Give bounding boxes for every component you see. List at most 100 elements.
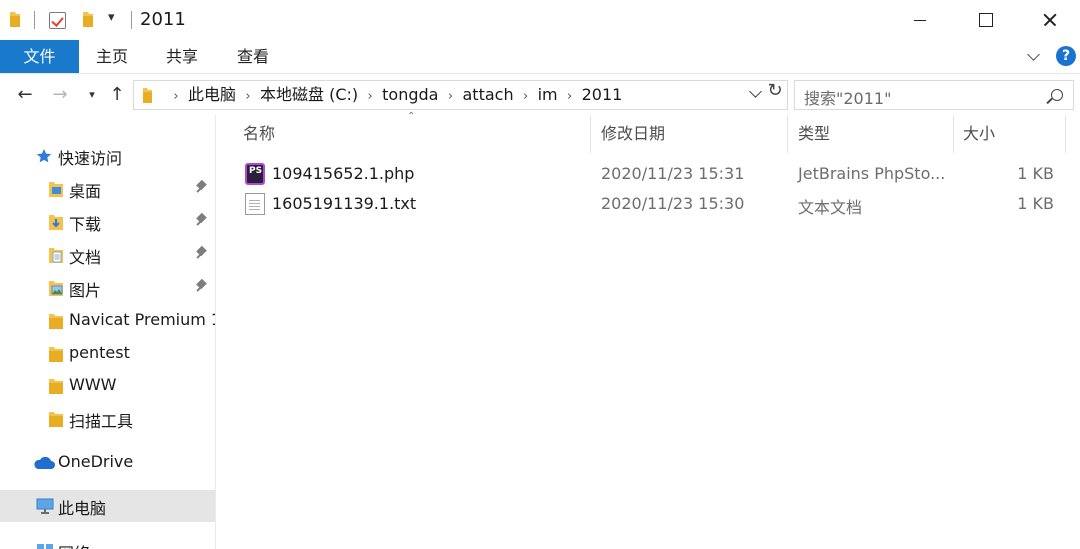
- sidebar-item-label: 图片: [69, 281, 102, 300]
- sidebar-item-quick-access[interactable]: 快速访问: [0, 140, 215, 172]
- address-bar[interactable]: › 此电脑 › 本地磁盘 (C:) › tongda › attach › im › 2011: [133, 80, 788, 110]
- column-divider[interactable]: [787, 115, 788, 153]
- folder-icon: [143, 88, 152, 103]
- computer-icon: [36, 498, 54, 514]
- navigation-bar: ← → ▾ ↑ › 此电脑 › 本地磁盘 (C:) › tongda › attach › im ›…: [0, 75, 1080, 115]
- breadcrumb: › 此电脑 › 本地磁盘 (C:) › tongda › attach › im › 2011: [164, 81, 622, 109]
- minimize-icon[interactable]: [888, 0, 950, 40]
- sidebar-item-network[interactable]: 网络: [0, 535, 215, 549]
- downloads-folder-icon: [49, 215, 63, 230]
- chevron-right-icon[interactable]: ›: [438, 83, 462, 111]
- table-row[interactable]: 1605191139.1.txt 2020/11/23 15:30 文本文档 1…: [236, 190, 1066, 220]
- documents-folder-icon: [49, 248, 63, 263]
- quick-access-dropdown-icon[interactable]: ▾: [108, 10, 115, 25]
- folder-icon: [49, 314, 63, 329]
- sidebar-item-onedrive[interactable]: OneDrive: [0, 447, 215, 479]
- file-modified: 2020/11/23 15:31: [601, 164, 745, 183]
- sidebar-item-label: 下载: [69, 215, 102, 234]
- sidebar-item-www[interactable]: WWW: [0, 370, 215, 402]
- breadcrumb-this-pc[interactable]: 此电脑: [188, 81, 236, 109]
- sidebar-item-scan-tools[interactable]: 扫描工具: [0, 403, 215, 435]
- sidebar-item-label: 桌面: [69, 182, 102, 201]
- table-row[interactable]: PS 109415652.1.php 2020/11/23 15:31 JetB…: [236, 160, 1066, 190]
- sidebar-item-label: 文档: [69, 248, 102, 267]
- breadcrumb-tongda[interactable]: tongda: [382, 81, 438, 109]
- sidebar-item-pentest[interactable]: pentest: [0, 338, 215, 370]
- maximize-icon[interactable]: [953, 0, 1015, 40]
- refresh-icon[interactable]: ↻: [766, 82, 784, 101]
- sidebar-item-desktop[interactable]: 桌面: [0, 173, 215, 205]
- window-title: 2011: [140, 9, 186, 30]
- column-divider[interactable]: [590, 115, 591, 153]
- column-header-type[interactable]: 类型: [798, 115, 830, 153]
- sidebar-item-label: 扫描工具: [69, 412, 134, 431]
- breadcrumb-im[interactable]: im: [538, 81, 558, 109]
- sidebar-item-label: Navicat Premium 1: [69, 310, 215, 329]
- column-divider[interactable]: [953, 115, 954, 153]
- phpstorm-file-icon: PS: [245, 163, 265, 185]
- pin-icon[interactable]: [196, 280, 208, 294]
- pin-icon[interactable]: [196, 181, 208, 195]
- sidebar-item-this-pc[interactable]: 此电脑: [0, 490, 215, 522]
- tab-view[interactable]: 查看: [220, 40, 286, 73]
- back-arrow-icon[interactable]: ←: [12, 81, 38, 109]
- pictures-folder-icon: [49, 281, 63, 296]
- toolbar-separator: [34, 11, 35, 29]
- chevron-right-icon[interactable]: ›: [358, 83, 382, 111]
- folder-icon: [49, 412, 63, 427]
- toolbar-separator: [131, 11, 132, 29]
- file-type: 文本文档: [798, 198, 863, 217]
- sidebar-item-label: 此电脑: [58, 499, 107, 518]
- close-icon[interactable]: [1018, 0, 1080, 40]
- file-name: 1605191139.1.txt: [272, 194, 417, 213]
- tab-share[interactable]: 共享: [150, 40, 214, 73]
- folder-icon: [10, 12, 20, 27]
- file-type: JetBrains PhpSto...: [798, 164, 946, 183]
- column-header-modified[interactable]: 修改日期: [601, 115, 665, 153]
- column-header-name[interactable]: 名称: [243, 115, 275, 153]
- sidebar-item-label: WWW: [69, 375, 117, 394]
- file-size: 1 KB: [1017, 194, 1054, 213]
- sidebar-item-downloads[interactable]: 下载: [0, 206, 215, 238]
- tab-file[interactable]: 文件: [0, 40, 79, 73]
- pin-icon[interactable]: [196, 214, 208, 228]
- search-icon[interactable]: [1051, 89, 1063, 101]
- help-icon[interactable]: ?: [1056, 46, 1076, 66]
- new-folder-icon[interactable]: [82, 11, 94, 28]
- sidebar-item-pictures[interactable]: 图片: [0, 272, 215, 304]
- breadcrumb-2011[interactable]: 2011: [582, 81, 623, 109]
- search-placeholder: 搜索"2011": [804, 89, 892, 108]
- star-icon: [36, 149, 52, 163]
- chevron-right-icon[interactable]: ›: [514, 83, 538, 111]
- title-bar: ▾ 2011: [0, 0, 1080, 40]
- sidebar-item-label: 网络: [58, 540, 90, 549]
- chevron-right-icon[interactable]: ›: [164, 83, 188, 111]
- search-input[interactable]: 搜索"2011": [794, 80, 1074, 110]
- recent-locations-chevron-icon[interactable]: ▾: [79, 81, 105, 109]
- column-header-size[interactable]: 大小: [963, 115, 995, 153]
- folder-icon: [49, 379, 63, 394]
- desktop-folder-icon: [49, 182, 63, 197]
- address-dropdown-icon[interactable]: [750, 89, 760, 99]
- chevron-right-icon[interactable]: ›: [558, 83, 582, 111]
- sort-ascending-icon: ⌃: [407, 111, 416, 122]
- up-arrow-icon[interactable]: ↑: [104, 81, 130, 109]
- ribbon: 文件 主页 共享 查看 ?: [0, 40, 1080, 74]
- tab-home[interactable]: 主页: [80, 40, 144, 73]
- sidebar-item-documents[interactable]: 文档: [0, 239, 215, 271]
- pin-icon[interactable]: [196, 247, 208, 261]
- sidebar-item-label: 快速访问: [58, 149, 123, 168]
- column-divider[interactable]: [1065, 115, 1066, 153]
- sidebar-item-label: OneDrive: [58, 452, 134, 471]
- properties-check-icon[interactable]: [49, 12, 66, 29]
- folder-icon: [49, 347, 63, 362]
- forward-arrow-icon[interactable]: →: [47, 81, 73, 109]
- chevron-down-icon[interactable]: [1028, 50, 1040, 62]
- breadcrumb-local-disk[interactable]: 本地磁盘 (C:): [260, 81, 358, 109]
- breadcrumb-attach[interactable]: attach: [462, 81, 513, 109]
- network-icon: [37, 544, 53, 549]
- navigation-pane: 快速访问 桌面 下载 文档 图片 Navicat Premium 1 pente…: [0, 115, 216, 549]
- file-size: 1 KB: [1017, 164, 1054, 183]
- chevron-right-icon[interactable]: ›: [236, 83, 260, 111]
- sidebar-item-navicat[interactable]: Navicat Premium 1: [0, 305, 215, 337]
